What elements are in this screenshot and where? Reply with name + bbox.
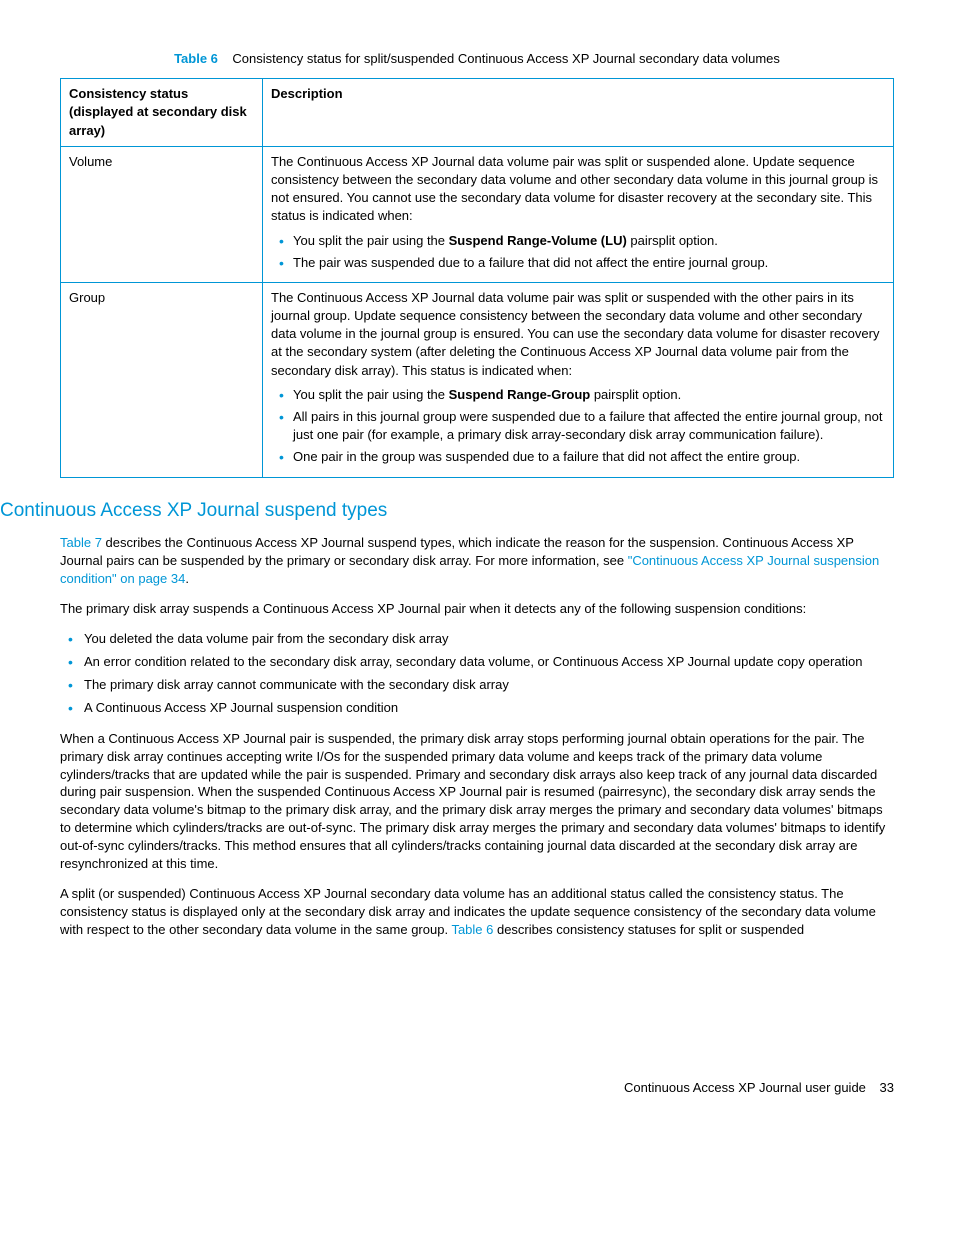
list-item: You split the pair using the Suspend Ran… <box>293 386 885 404</box>
page-number: 33 <box>880 1080 894 1095</box>
table-caption-text: Consistency status for split/suspended C… <box>232 51 780 66</box>
paragraph: The primary disk array suspends a Contin… <box>60 600 894 618</box>
list-item: An error condition related to the second… <box>80 653 894 671</box>
cell-description: The Continuous Access XP Journal data vo… <box>263 146 894 282</box>
table-caption: Table 6 Consistency status for split/sus… <box>60 50 894 68</box>
table-header-description: Description <box>263 79 894 147</box>
table-6-link[interactable]: Table 6 <box>451 922 493 937</box>
table-row: Group The Continuous Access XP Journal d… <box>61 282 894 477</box>
cell-status: Group <box>61 282 263 477</box>
footer-title: Continuous Access XP Journal user guide <box>624 1080 866 1095</box>
paragraph: When a Continuous Access XP Journal pair… <box>60 730 894 874</box>
desc-bullets: You split the pair using the Suspend Ran… <box>271 232 885 272</box>
suspension-conditions-list: You deleted the data volume pair from th… <box>60 630 894 718</box>
list-item: All pairs in this journal group were sus… <box>293 408 885 444</box>
desc-bullets: You split the pair using the Suspend Ran… <box>271 386 885 467</box>
cell-description: The Continuous Access XP Journal data vo… <box>263 282 894 477</box>
section-heading: Continuous Access XP Journal suspend typ… <box>0 498 894 525</box>
list-item: The pair was suspended due to a failure … <box>293 254 885 272</box>
desc-intro: The Continuous Access XP Journal data vo… <box>271 153 885 226</box>
table-header-status: Consistency status (displayed at seconda… <box>61 79 263 147</box>
paragraph: Table 7 describes the Continuous Access … <box>60 534 894 588</box>
list-item: The primary disk array cannot communicat… <box>80 676 894 694</box>
desc-intro: The Continuous Access XP Journal data vo… <box>271 289 885 380</box>
list-item: One pair in the group was suspended due … <box>293 448 885 466</box>
list-item: You deleted the data volume pair from th… <box>80 630 894 648</box>
table-label: Table 6 <box>174 51 218 66</box>
page-footer: Continuous Access XP Journal user guide … <box>60 1079 894 1097</box>
cell-status: Volume <box>61 146 263 282</box>
paragraph: A split (or suspended) Continuous Access… <box>60 885 894 939</box>
table-row: Volume The Continuous Access XP Journal … <box>61 146 894 282</box>
list-item: A Continuous Access XP Journal suspensio… <box>80 699 894 717</box>
list-item: You split the pair using the Suspend Ran… <box>293 232 885 250</box>
consistency-table: Consistency status (displayed at seconda… <box>60 78 894 477</box>
table-7-link[interactable]: Table 7 <box>60 535 102 550</box>
